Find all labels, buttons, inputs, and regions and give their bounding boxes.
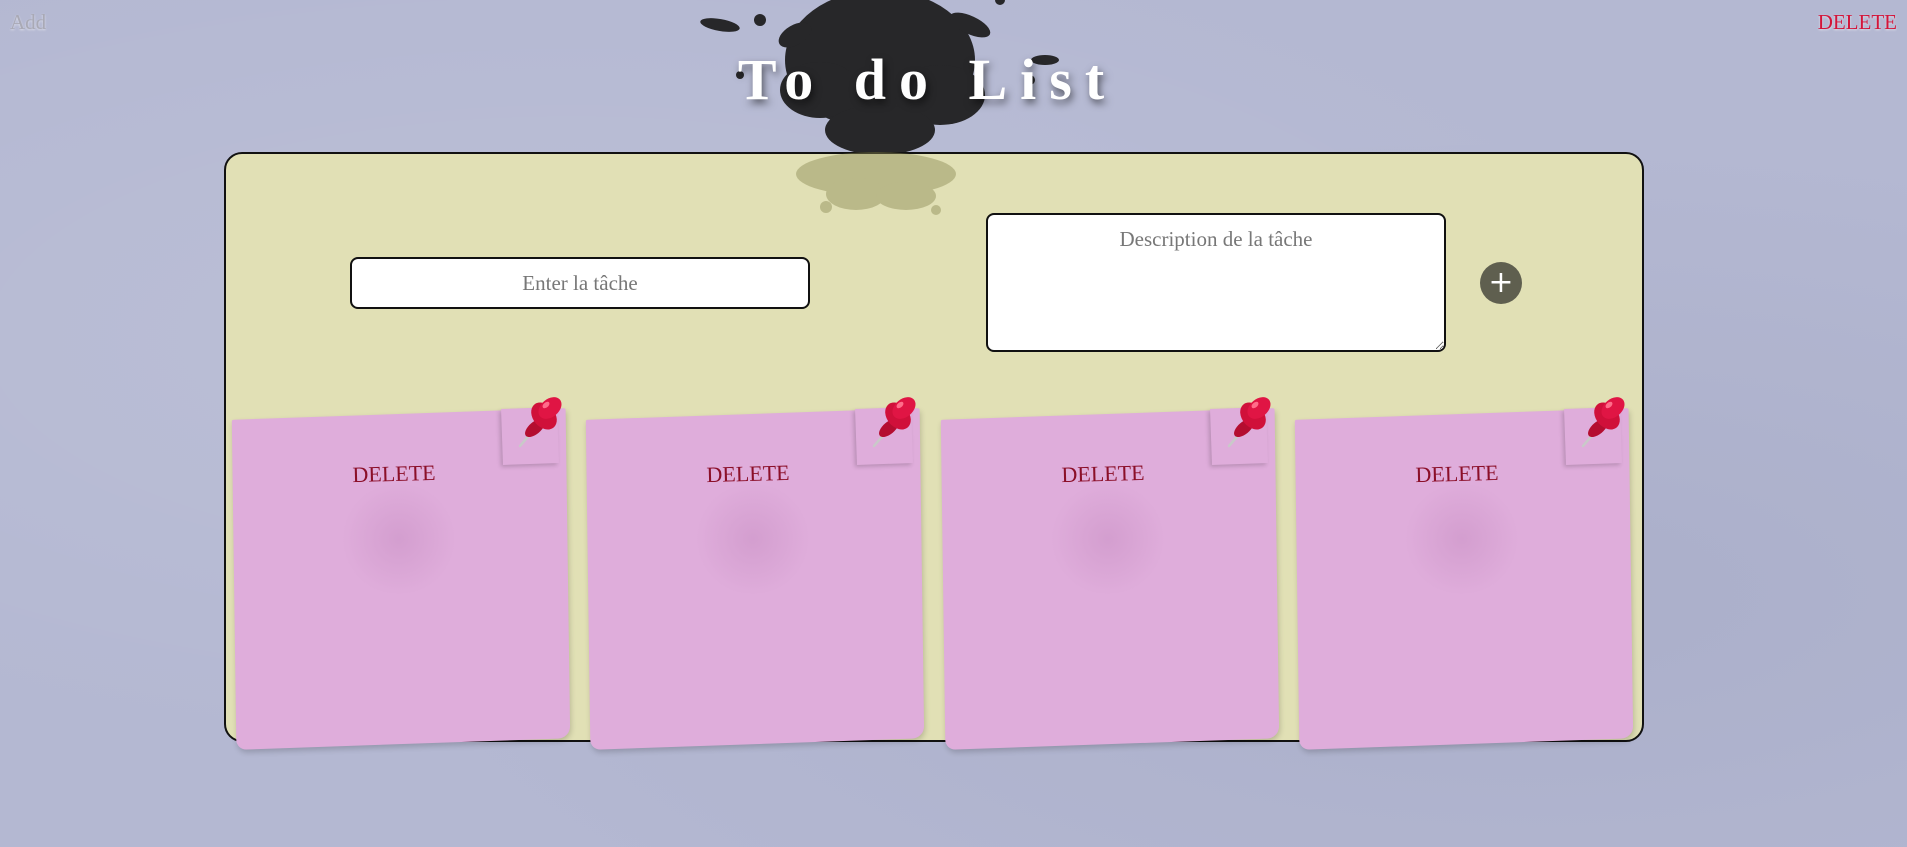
sticky-note: DELETE — [585, 397, 925, 750]
task-input[interactable] — [350, 257, 810, 309]
pushpin-icon — [872, 397, 916, 448]
page-title: To do List — [737, 47, 1118, 112]
note-delete-button[interactable]: DELETE — [1357, 458, 1558, 489]
description-textarea[interactable] — [986, 213, 1446, 352]
sticky-note: DELETE — [940, 397, 1280, 750]
add-link[interactable]: Add — [10, 10, 46, 35]
ink-stain-decoration — [796, 152, 956, 215]
note-delete-button[interactable]: DELETE — [648, 458, 849, 489]
pushpin-icon — [518, 397, 562, 448]
todo-board: + DELETE DELETE — [224, 152, 1644, 750]
note-delete-button[interactable]: DELETE — [294, 458, 495, 489]
delete-link[interactable]: DELETE — [1818, 10, 1897, 35]
pushpin-icon — [1581, 397, 1625, 448]
sticky-note: DELETE — [231, 397, 571, 750]
note-delete-button[interactable]: DELETE — [1003, 458, 1204, 489]
pushpin-icon — [1227, 397, 1271, 448]
sticky-note: DELETE — [1294, 397, 1634, 750]
add-task-button[interactable]: + — [1480, 262, 1522, 304]
